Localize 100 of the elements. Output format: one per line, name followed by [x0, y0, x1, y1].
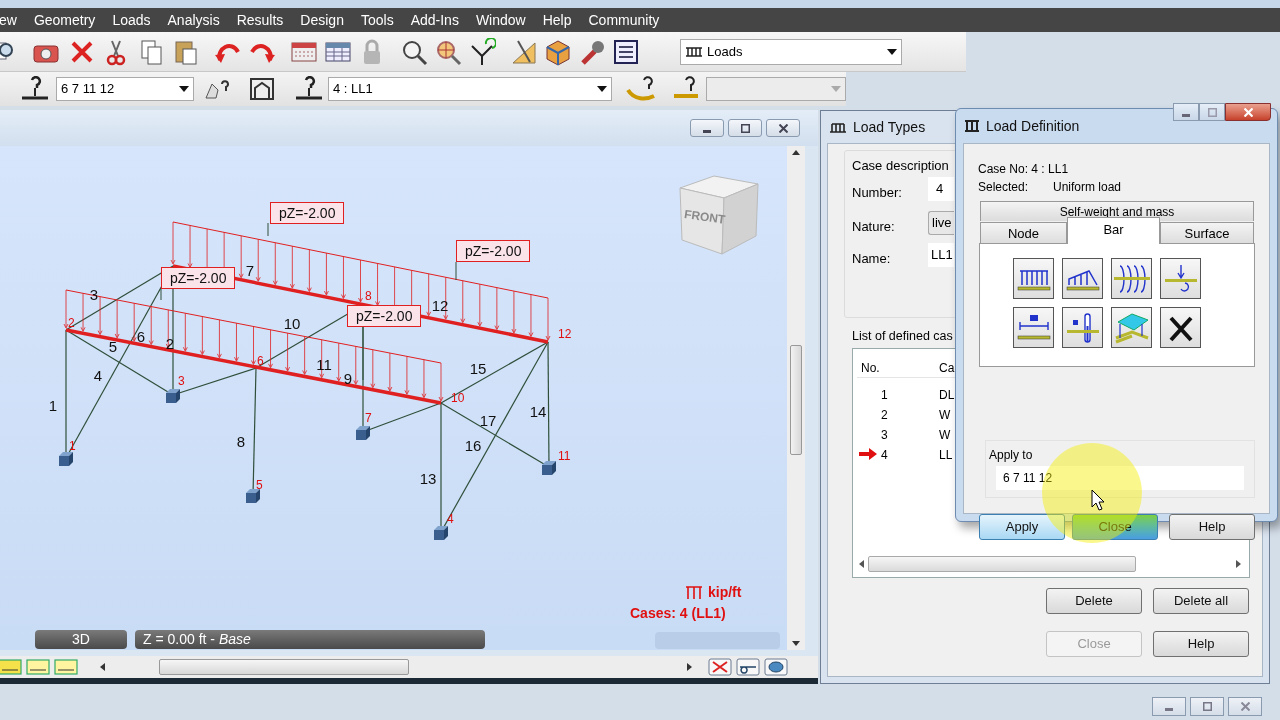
beam-query-icon[interactable]	[20, 76, 50, 102]
leader-line	[362, 326, 364, 381]
menu-item[interactable]: Help	[542, 9, 572, 31]
nature-combo[interactable]: live	[928, 211, 954, 235]
leader-line	[160, 288, 162, 301]
number-field[interactable]: 4	[928, 177, 954, 201]
scroll-right-icon[interactable]	[687, 663, 692, 671]
member-number: 17	[479, 411, 497, 429]
tab[interactable]: Self-weight and mass	[980, 201, 1254, 221]
scroll-down-icon[interactable]	[792, 641, 800, 646]
scroll-left-icon[interactable]	[100, 663, 105, 671]
menu-item[interactable]: Results	[236, 9, 284, 31]
close-button[interactable]	[766, 119, 800, 137]
field-label: Selected:	[978, 179, 1029, 196]
maximize-button[interactable]	[728, 119, 762, 137]
tab[interactable]: Node	[980, 222, 1067, 244]
field-label: Number:	[852, 184, 902, 202]
minimize-button[interactable]	[1152, 697, 1186, 716]
table-cell-text: 2	[881, 407, 888, 424]
load-type-button[interactable]	[1111, 307, 1152, 348]
level-tab[interactable]: Z = 0.00 ft - Base	[135, 630, 485, 649]
button[interactable]: Delete all	[1153, 588, 1249, 614]
column-header: No.	[861, 360, 880, 377]
load-case-combo[interactable]: 4 : LL1	[328, 77, 612, 101]
table-cell-text: DL	[939, 387, 955, 404]
member-number: 15	[469, 359, 487, 377]
member-number: 7	[245, 261, 255, 279]
button[interactable]: Apply	[979, 514, 1065, 540]
menu-item[interactable]: Geometry	[33, 9, 96, 31]
scroll-right-icon[interactable]	[1236, 560, 1241, 568]
node-number: 6	[257, 354, 264, 368]
case-label: Case No: 4 : LL1	[978, 161, 1069, 178]
load-label: pZ=-2.00	[270, 202, 345, 224]
load-definition-icon	[964, 119, 980, 133]
load-type-button[interactable]	[1160, 258, 1201, 299]
plane-icon[interactable]	[0, 658, 22, 676]
member-number: 4	[93, 366, 103, 384]
table-cell-text: LL	[939, 447, 953, 464]
load-type-button[interactable]	[1062, 307, 1103, 348]
vertical-scrollbar[interactable]	[787, 146, 805, 650]
menu-item[interactable]: Design	[300, 9, 344, 31]
menu-item[interactable]: Loads	[112, 9, 151, 31]
list-icon[interactable]	[612, 37, 640, 66]
minimize-icon	[1182, 113, 1190, 117]
load-type-button[interactable]	[1013, 258, 1054, 299]
member-number: 13	[419, 469, 437, 487]
scroll-up-icon[interactable]	[792, 150, 800, 155]
selection-combo[interactable]: 6 7 11 12	[56, 77, 194, 101]
close-icon	[778, 123, 788, 133]
button[interactable]: Help	[1153, 631, 1249, 657]
menu-item[interactable]: Analysis	[167, 9, 220, 31]
menu-item[interactable]: Window	[475, 9, 526, 31]
node-number: 1	[69, 439, 76, 453]
member-number: 14	[529, 402, 547, 420]
maximize-icon	[1202, 702, 1212, 711]
button[interactable]: Delete	[1046, 588, 1142, 614]
maximize-button[interactable]	[1190, 697, 1224, 716]
distributed-load-icon	[684, 584, 704, 601]
frame-icon[interactable]	[248, 76, 276, 102]
close-button[interactable]	[1225, 103, 1271, 121]
node-number: 4	[447, 512, 454, 526]
minimize-button[interactable]	[690, 119, 724, 137]
ruler-icon[interactable]	[54, 658, 78, 676]
load-type-button[interactable]	[1111, 258, 1152, 299]
cursor-icon	[1091, 489, 1105, 511]
name-field[interactable]: LL1	[928, 243, 954, 267]
load-type-button[interactable]	[1013, 307, 1054, 348]
load-type-button[interactable]	[1160, 307, 1201, 348]
point-load-icon	[1162, 262, 1199, 295]
apply-to-field[interactable]: 6 7 11 12	[996, 466, 1244, 490]
node-number: 3	[178, 374, 185, 388]
load-types-icon	[829, 120, 847, 134]
scroll-left-icon[interactable]	[859, 560, 864, 568]
member-number: 9	[343, 369, 353, 387]
thermometer-icon	[1064, 311, 1101, 344]
axes-icon[interactable]	[468, 37, 496, 66]
menu-item[interactable]: ew	[0, 9, 17, 31]
menu-item[interactable]: Community	[588, 9, 660, 31]
view-tab[interactable]: 3D	[35, 630, 127, 649]
menu-item[interactable]: Add-Ins	[410, 9, 459, 31]
scrollbar-thumb[interactable]	[159, 659, 409, 675]
dropdown-arrow-icon	[597, 86, 607, 92]
support-query-icon[interactable]	[294, 76, 324, 102]
load-query-icon[interactable]	[626, 76, 656, 102]
load-type-button[interactable]	[1062, 258, 1103, 299]
tab[interactable]: Bar	[1067, 217, 1160, 244]
tab[interactable]: Surface	[1160, 222, 1254, 244]
layout-dropdown[interactable]: Loads	[680, 38, 902, 65]
grid-icon[interactable]	[26, 658, 50, 676]
arrow-icon	[859, 448, 877, 460]
member-number: 10	[283, 314, 301, 332]
cross-beam-icon[interactable]	[708, 658, 732, 676]
minimize-button[interactable]	[1173, 103, 1199, 121]
menu-item[interactable]: Tools	[360, 9, 394, 31]
column-header: Ca	[939, 360, 955, 377]
scrollbar-thumb[interactable]	[790, 345, 802, 455]
button[interactable]: Help	[1169, 514, 1255, 540]
member-number: 8	[236, 432, 246, 450]
scrollbar-thumb[interactable]	[868, 556, 1136, 572]
leader-line	[455, 261, 457, 281]
